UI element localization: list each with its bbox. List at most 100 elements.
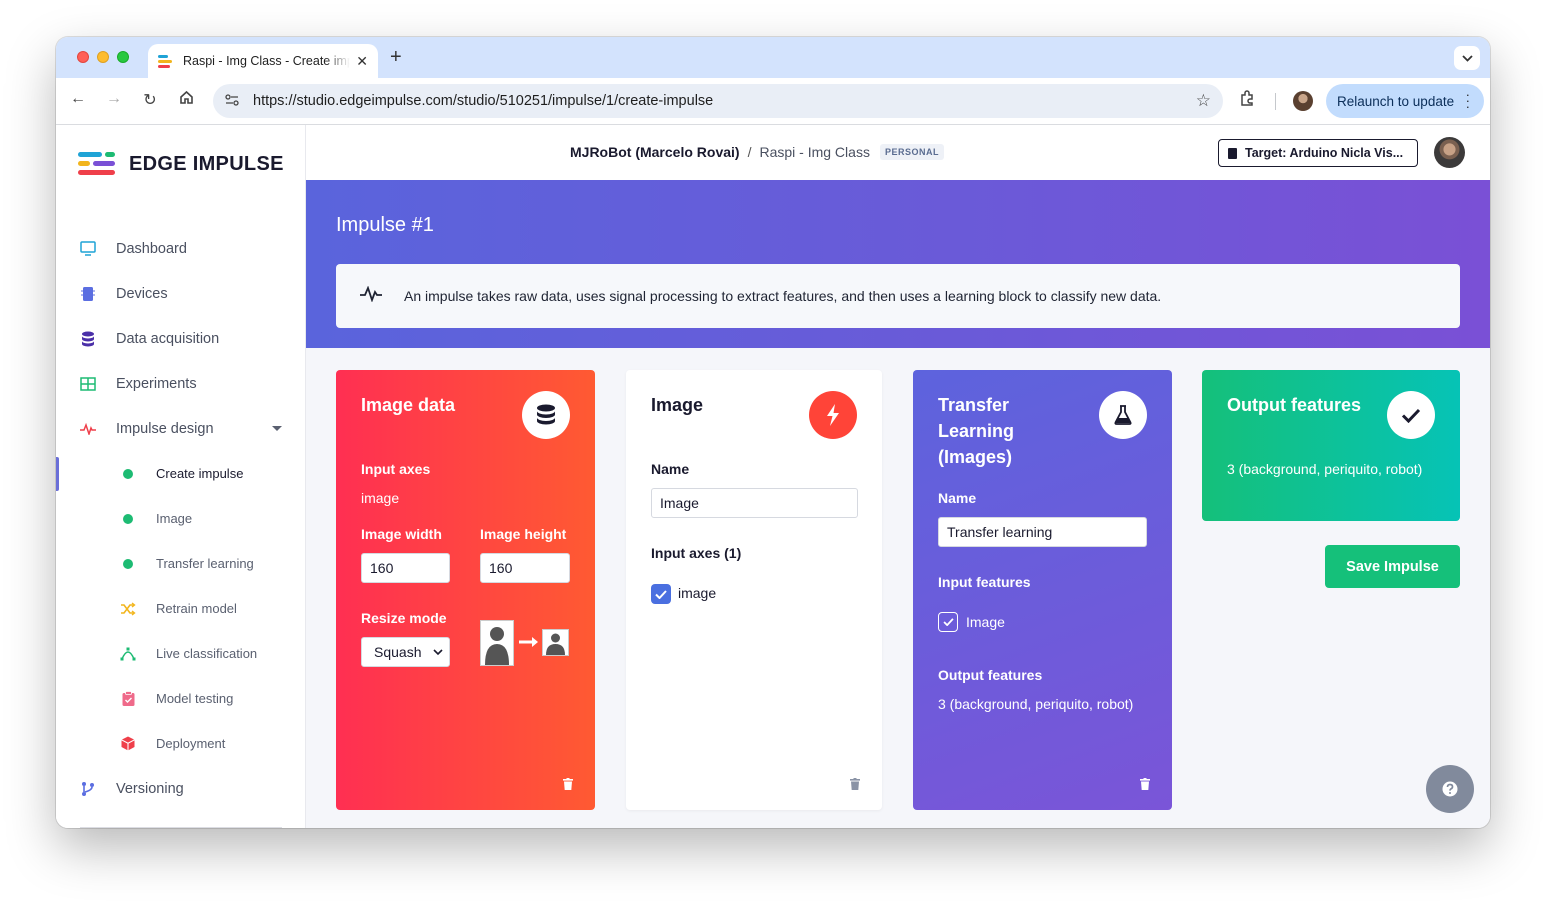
chip-icon bbox=[80, 286, 96, 302]
user-avatar[interactable] bbox=[1434, 137, 1465, 168]
output-features-value: 3 (background, periquito, robot) bbox=[938, 696, 1134, 712]
sidebar-item-label: Image bbox=[156, 511, 193, 526]
status-dot-icon bbox=[120, 466, 136, 482]
vector-icon bbox=[120, 646, 136, 662]
browser-tab[interactable]: Raspi - Img Class - Create impulse ✕ bbox=[148, 44, 378, 78]
trash-icon[interactable] bbox=[563, 778, 573, 790]
maximize-window-button[interactable] bbox=[117, 51, 129, 63]
resize-squash-illustration-icon bbox=[480, 620, 569, 666]
clipboard-check-icon bbox=[120, 691, 136, 707]
trash-icon[interactable] bbox=[1140, 778, 1150, 790]
flask-icon bbox=[1099, 391, 1147, 439]
image-data-block: Image data Input axes image Image width … bbox=[336, 370, 595, 810]
axis-image-checkbox[interactable] bbox=[651, 584, 671, 604]
url-text: https://studio.edgeimpulse.com/studio/51… bbox=[253, 93, 714, 109]
image-height-input[interactable]: 160 bbox=[480, 553, 570, 583]
sidebar-item-dashboard[interactable]: Dashboard bbox=[56, 226, 306, 271]
question-icon bbox=[1442, 781, 1458, 797]
sidebar-divider bbox=[80, 827, 282, 828]
studio-page: EDGE IMPULSE Dashboard Devices Data acqu… bbox=[56, 125, 1490, 828]
output-features-label: Output features bbox=[938, 667, 1043, 683]
browser-window: Raspi - Img Class - Create impulse ✕ + ←… bbox=[56, 37, 1490, 828]
sidebar-nav: Dashboard Devices Data acquisition Exper… bbox=[56, 226, 306, 811]
sidebar-item-label: Live classification bbox=[156, 646, 258, 661]
resize-mode-value: Squash bbox=[374, 644, 422, 660]
sidebar-item-create-impulse[interactable]: Create impulse bbox=[56, 451, 306, 496]
axis-image-label: image bbox=[678, 585, 717, 601]
sidebar-item-impulse-design[interactable]: Impulse design bbox=[56, 406, 306, 451]
input-features-label: Input features bbox=[938, 574, 1031, 590]
target-label: Target: Arduino Nicla Vis... bbox=[1245, 146, 1404, 160]
sidebar-item-label: Devices bbox=[116, 285, 168, 302]
extensions-puzzle-icon[interactable] bbox=[1239, 90, 1256, 112]
tab-strip: Raspi - Img Class - Create impulse ✕ + bbox=[56, 37, 1490, 78]
sidebar: EDGE IMPULSE Dashboard Devices Data acqu… bbox=[56, 125, 306, 828]
reload-icon[interactable]: ↻ bbox=[139, 90, 161, 110]
sidebar-item-label: Data acquisition bbox=[116, 330, 220, 347]
breadcrumb-owner[interactable]: MJRoBot (Marcelo Rovai) bbox=[570, 144, 740, 160]
image-width-label: Image width bbox=[361, 526, 442, 542]
grid-icon bbox=[80, 376, 96, 392]
forward-arrow-icon[interactable]: → bbox=[103, 90, 125, 108]
sidebar-item-label: Deployment bbox=[156, 736, 226, 751]
site-settings-icon[interactable] bbox=[225, 93, 239, 109]
sidebar-item-label: Dashboard bbox=[116, 240, 187, 257]
input-axes-count-label: Input axes (1) bbox=[651, 545, 742, 561]
status-dot-icon bbox=[120, 511, 136, 527]
sidebar-item-devices[interactable]: Devices bbox=[56, 271, 306, 316]
check-icon bbox=[942, 618, 954, 626]
sidebar-item-retrain-model[interactable]: Retrain model bbox=[56, 586, 306, 631]
project-header: MJRoBot (Marcelo Rovai) / Raspi - Img Cl… bbox=[306, 125, 1490, 180]
bookmark-star-icon[interactable]: ☆ bbox=[1196, 91, 1211, 111]
pulse-icon bbox=[360, 284, 382, 307]
target-device-button[interactable]: Target: Arduino Nicla Vis... bbox=[1218, 139, 1418, 167]
sidebar-item-versioning[interactable]: Versioning bbox=[56, 766, 306, 811]
personal-badge: PERSONAL bbox=[879, 144, 944, 160]
branch-icon bbox=[80, 781, 96, 797]
more-vertical-icon[interactable]: · · · bbox=[1466, 88, 1470, 113]
sidebar-item-transfer-learning[interactable]: Transfer learning bbox=[56, 541, 306, 586]
back-arrow-icon[interactable]: ← bbox=[67, 90, 89, 108]
impulse-info-box: An impulse takes raw data, uses signal p… bbox=[336, 264, 1460, 328]
home-icon[interactable] bbox=[175, 90, 197, 110]
transfer-name-input[interactable]: Transfer learning bbox=[938, 517, 1147, 547]
sidebar-item-label: Retrain model bbox=[156, 601, 237, 616]
save-impulse-button[interactable]: Save Impulse bbox=[1325, 545, 1460, 588]
sidebar-item-experiments[interactable]: Experiments bbox=[56, 361, 306, 406]
sidebar-item-label: Experiments bbox=[116, 375, 197, 392]
sidebar-item-label: Versioning bbox=[116, 780, 184, 797]
help-button[interactable] bbox=[1426, 765, 1474, 813]
feature-image-checkbox[interactable] bbox=[938, 612, 958, 632]
profile-avatar[interactable] bbox=[1293, 91, 1313, 111]
sidebar-item-deployment[interactable]: Deployment bbox=[56, 721, 306, 766]
output-features-block: Output features 3 (background, periquito… bbox=[1202, 370, 1460, 521]
minimize-window-button[interactable] bbox=[97, 51, 109, 63]
caret-down-icon[interactable] bbox=[272, 426, 282, 431]
monitor-icon bbox=[80, 241, 96, 257]
impulse-info-text: An impulse takes raw data, uses signal p… bbox=[404, 288, 1162, 304]
name-label: Name bbox=[938, 490, 977, 506]
sidebar-item-model-testing[interactable]: Model testing bbox=[56, 676, 306, 721]
sidebar-item-data-acquisition[interactable]: Data acquisition bbox=[56, 316, 306, 361]
sidebar-item-label: Create impulse bbox=[156, 466, 244, 481]
relaunch-button[interactable]: Relaunch to update · · · bbox=[1326, 84, 1484, 118]
resize-mode-label: Resize mode bbox=[361, 610, 447, 626]
edge-impulse-logo[interactable]: EDGE IMPULSE bbox=[78, 150, 284, 178]
image-width-input[interactable]: 160 bbox=[361, 553, 450, 583]
image-name-input[interactable]: Image bbox=[651, 488, 858, 518]
sidebar-item-image[interactable]: Image bbox=[56, 496, 306, 541]
check-icon bbox=[655, 589, 667, 599]
tab-search-chevron-icon[interactable] bbox=[1454, 46, 1480, 70]
pulse-icon bbox=[80, 421, 96, 437]
input-axes-label: Input axes bbox=[361, 461, 431, 477]
breadcrumb-project[interactable]: Raspi - Img Class bbox=[759, 144, 869, 160]
sidebar-item-live-classification[interactable]: Live classification bbox=[56, 631, 306, 676]
resize-mode-select[interactable]: Squash bbox=[361, 637, 450, 667]
trash-icon[interactable] bbox=[850, 778, 860, 790]
new-tab-button[interactable]: + bbox=[390, 46, 402, 69]
close-window-button[interactable] bbox=[77, 51, 89, 63]
shuffle-icon bbox=[120, 601, 136, 617]
logo-text: EDGE IMPULSE bbox=[129, 152, 284, 175]
tab-close-icon[interactable]: ✕ bbox=[356, 53, 368, 70]
address-bar[interactable]: https://studio.edgeimpulse.com/studio/51… bbox=[213, 84, 1223, 118]
